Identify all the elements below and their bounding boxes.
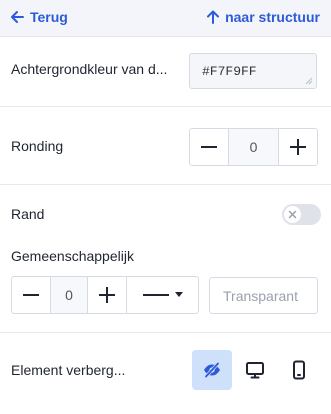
border-toggle[interactable] <box>282 204 321 225</box>
divider <box>0 184 331 185</box>
background-color-label: Achtergrondkleur van d... <box>11 61 168 77</box>
rounding-increment-button[interactable] <box>279 129 317 165</box>
to-structure-label: naar structuur <box>225 9 320 25</box>
hide-element-label: Element verberg... <box>11 362 126 378</box>
divider <box>0 332 331 333</box>
transparency-placeholder: Transparant <box>223 288 298 304</box>
back-button[interactable]: Terug <box>10 9 68 25</box>
mobile-icon <box>293 360 305 380</box>
close-icon <box>288 210 297 219</box>
rounding-value[interactable]: 0 <box>228 129 279 165</box>
common-border-label: Gemeenschappelijk <box>11 248 134 264</box>
rounding-decrement-button[interactable] <box>190 129 228 165</box>
top-bar: Terug naar structuur <box>0 0 331 37</box>
plus-icon <box>99 287 115 303</box>
eye-off-icon <box>204 361 220 379</box>
border-width-increment-button[interactable] <box>88 277 126 313</box>
hide-all-button[interactable] <box>192 350 232 390</box>
back-label: Terug <box>30 9 68 25</box>
to-structure-button[interactable]: naar structuur <box>207 9 320 25</box>
transparency-input[interactable]: Transparant <box>209 277 318 314</box>
resize-grip-icon <box>305 77 313 85</box>
border-style-select[interactable] <box>126 277 198 313</box>
desktop-icon <box>246 362 264 379</box>
border-width-value[interactable]: 0 <box>50 277 88 313</box>
border-label: Rand <box>11 206 45 222</box>
chevron-down-icon <box>174 292 183 297</box>
toggle-knob <box>284 206 301 223</box>
minus-icon <box>201 146 217 148</box>
minus-icon <box>23 294 39 296</box>
rounding-label: Ronding <box>11 138 64 154</box>
rounding-stepper[interactable]: 0 <box>189 128 318 166</box>
arrow-up-icon <box>207 10 220 24</box>
divider <box>0 106 331 107</box>
line-style-icon <box>142 294 169 296</box>
border-width-control: 0 <box>11 276 199 314</box>
plus-icon <box>290 139 306 155</box>
arrow-left-icon <box>11 11 24 23</box>
hide-desktop-button[interactable] <box>235 350 275 390</box>
background-color-value: #F7F9FF <box>202 64 257 79</box>
background-color-input[interactable]: #F7F9FF <box>189 53 317 89</box>
border-width-decrement-button[interactable] <box>12 277 50 313</box>
hide-mobile-button[interactable] <box>279 350 319 390</box>
